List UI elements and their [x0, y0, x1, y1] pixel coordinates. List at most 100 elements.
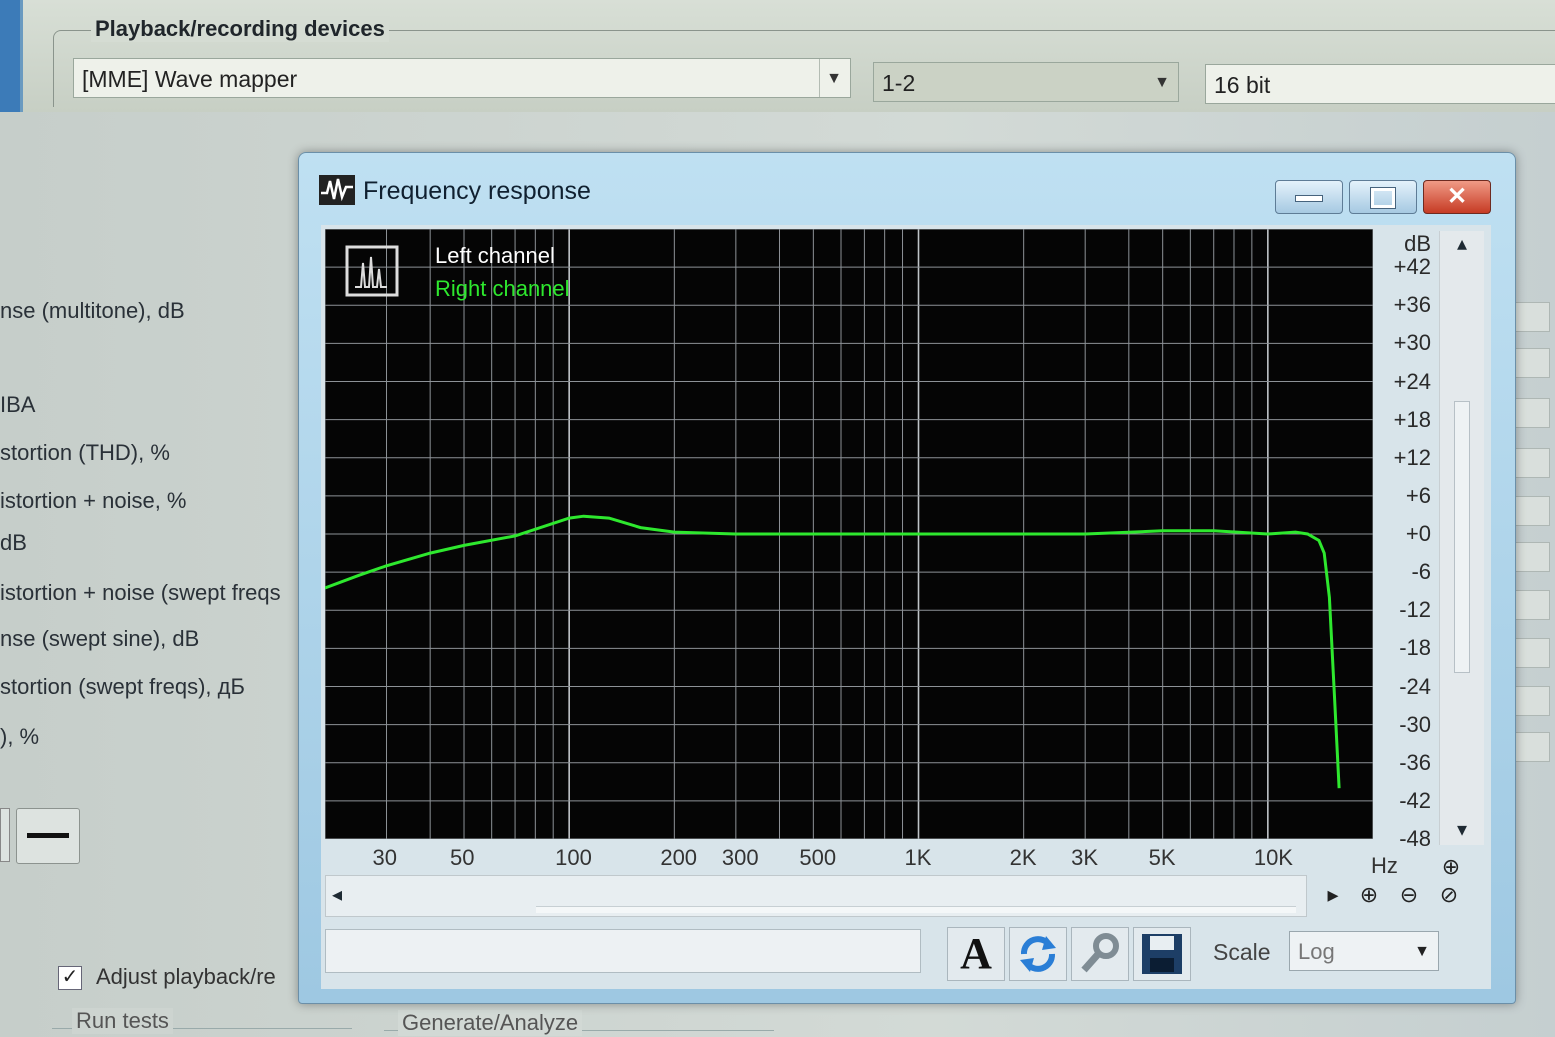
close-button[interactable]: ✕	[1423, 180, 1491, 214]
horizontal-scrollbar[interactable]: ◂	[325, 875, 1307, 917]
y-tick-label: -12	[1399, 597, 1431, 623]
device-combo-dropdown[interactable]: ▼	[819, 59, 850, 97]
scroll-right-arrow[interactable]: ▸	[1315, 877, 1351, 913]
test-item[interactable]: stortion (THD), %	[0, 440, 170, 466]
desktop-edge	[0, 0, 20, 112]
y-tick-label: -6	[1411, 559, 1431, 585]
partial-button[interactable]	[0, 808, 10, 862]
x-tick-label: 200	[660, 845, 698, 870]
maximize-button[interactable]	[1349, 180, 1417, 214]
zoom-out-button[interactable]: ⊖	[1391, 877, 1427, 913]
adjust-checkbox[interactable]: ✓	[58, 966, 82, 990]
chevron-down-icon: ▼	[1414, 943, 1430, 960]
channels-combo-value: 1-2	[882, 70, 916, 96]
y-tick-label: +12	[1393, 444, 1431, 470]
minimize-button[interactable]	[1275, 180, 1343, 214]
x-tick-label: 10K	[1253, 845, 1293, 870]
window-titlebar[interactable]: Frequency response ✕	[299, 153, 1515, 225]
y-tick-label: -36	[1399, 749, 1431, 775]
y-axis-unit: dB	[1404, 231, 1431, 256]
y-tick-label: -48	[1399, 826, 1431, 851]
test-item[interactable]: istortion + noise (swept freqs	[0, 580, 281, 606]
x-tick-label: 50	[450, 845, 475, 870]
save-button[interactable]	[1133, 927, 1191, 981]
status-field	[325, 929, 921, 973]
text-tool-button[interactable]: A	[947, 927, 1005, 981]
scale-combo-value: Log	[1298, 939, 1335, 964]
devices-group-label: Playback/recording devices	[91, 16, 389, 42]
zoom-in-button[interactable]: ⊕	[1351, 877, 1387, 913]
scroll-left-arrow[interactable]: ◂	[332, 882, 342, 907]
remove-button[interactable]	[16, 808, 80, 864]
legend-right-channel: Right channel	[435, 276, 570, 301]
y-tick-label: +30	[1393, 330, 1431, 356]
y-tick-label: -18	[1399, 635, 1431, 661]
window-title: Frequency response	[363, 177, 591, 205]
scroll-thumb[interactable]	[1454, 401, 1470, 673]
bits-combo[interactable]: 16 bit	[1205, 64, 1555, 104]
frequency-response-window[interactable]: Frequency response ✕ Left channel Right …	[298, 152, 1516, 1004]
scroll-thumb[interactable]	[536, 906, 1296, 913]
waveform-icon	[319, 175, 355, 205]
run-tests-group-label: Run tests	[72, 1008, 173, 1034]
refresh-icon	[1020, 936, 1056, 972]
maximize-icon	[1370, 187, 1396, 209]
y-tick-label: +36	[1393, 292, 1431, 318]
y-tick-label: +6	[1405, 482, 1431, 508]
legend: Left channel Right channel	[345, 243, 570, 301]
y-tick-label: -30	[1399, 711, 1431, 737]
test-item[interactable]: dB	[0, 530, 27, 556]
series-line-right-channel	[325, 514, 1341, 789]
vertical-scrollbar[interactable]: ▴ ▾	[1439, 231, 1484, 845]
wrench-icon	[1081, 933, 1119, 973]
settings-button[interactable]	[1071, 927, 1129, 981]
y-tick-label: +18	[1393, 406, 1431, 432]
test-item[interactable]: nse (multitone), dB	[0, 298, 185, 324]
chevron-down-icon: ▼	[1154, 74, 1170, 91]
device-combo-value: [MME] Wave mapper	[82, 66, 298, 92]
chevron-down-icon: ▼	[826, 70, 842, 87]
x-tick-label: 500	[799, 845, 837, 870]
refresh-button[interactable]	[1009, 927, 1067, 981]
adjust-label: Adjust playback/re	[96, 964, 276, 989]
scale-label: Scale	[1213, 939, 1271, 965]
devices-panel: Playback/recording devices [MME] Wave ma…	[20, 0, 1555, 112]
x-tick-label: 1K	[904, 845, 932, 870]
y-tick-label: +42	[1393, 254, 1431, 280]
y-tick-label: +24	[1393, 368, 1431, 394]
x-tick-label: 2K	[1009, 845, 1037, 870]
minus-icon	[27, 833, 69, 838]
y-tick-label: -42	[1399, 787, 1431, 813]
test-item[interactable]: istortion + noise, %	[0, 488, 186, 514]
x-tick-label: 300	[721, 845, 759, 870]
spectrum-icon-bars	[355, 256, 387, 288]
y-axis: dB +42 +36 +30 +24 +18 +12 +6 +0 -6 -12 -18 -24 -30 -…	[1377, 229, 1435, 851]
plot-series	[325, 514, 1341, 789]
zoom-fit-button[interactable]: ⊘	[1431, 877, 1467, 913]
scroll-up-arrow[interactable]: ▴	[1440, 231, 1484, 256]
x-tick-label: 3K	[1071, 845, 1099, 870]
bits-combo-value: 16 bit	[1214, 72, 1271, 98]
scale-combo[interactable]: Log ▼	[1289, 931, 1439, 971]
close-icon: ✕	[1446, 183, 1468, 210]
test-item[interactable]: ), %	[0, 724, 39, 750]
channels-combo[interactable]: 1-2 ▼	[873, 62, 1179, 102]
test-item[interactable]: IBA	[0, 392, 35, 418]
test-item[interactable]: stortion (swept freqs), дБ	[0, 674, 245, 700]
text-icon: A	[960, 929, 992, 978]
x-tick-label: 30	[372, 845, 397, 870]
x-tick-label: 100	[555, 845, 592, 870]
y-tick-label: +0	[1405, 521, 1431, 546]
legend-left-channel: Left channel	[435, 243, 555, 268]
generate-group-label: Generate/Analyze	[398, 1010, 583, 1036]
save-icon	[1142, 934, 1182, 974]
frequency-plot[interactable]: Left channel Right channel	[325, 229, 1373, 839]
minimize-icon	[1295, 195, 1323, 202]
x-axis-unit: Hz	[1371, 853, 1398, 878]
window-client: Left channel Right channel dB +42 +36 +30 +…	[321, 225, 1491, 989]
x-tick-label: 5K	[1148, 845, 1176, 870]
test-item[interactable]: nse (swept sine), dB	[0, 626, 199, 652]
y-tick-label: -24	[1399, 673, 1431, 699]
scroll-down-arrow[interactable]: ▾	[1440, 817, 1484, 842]
device-combo[interactable]: [MME] Wave mapper ▼	[73, 58, 851, 98]
